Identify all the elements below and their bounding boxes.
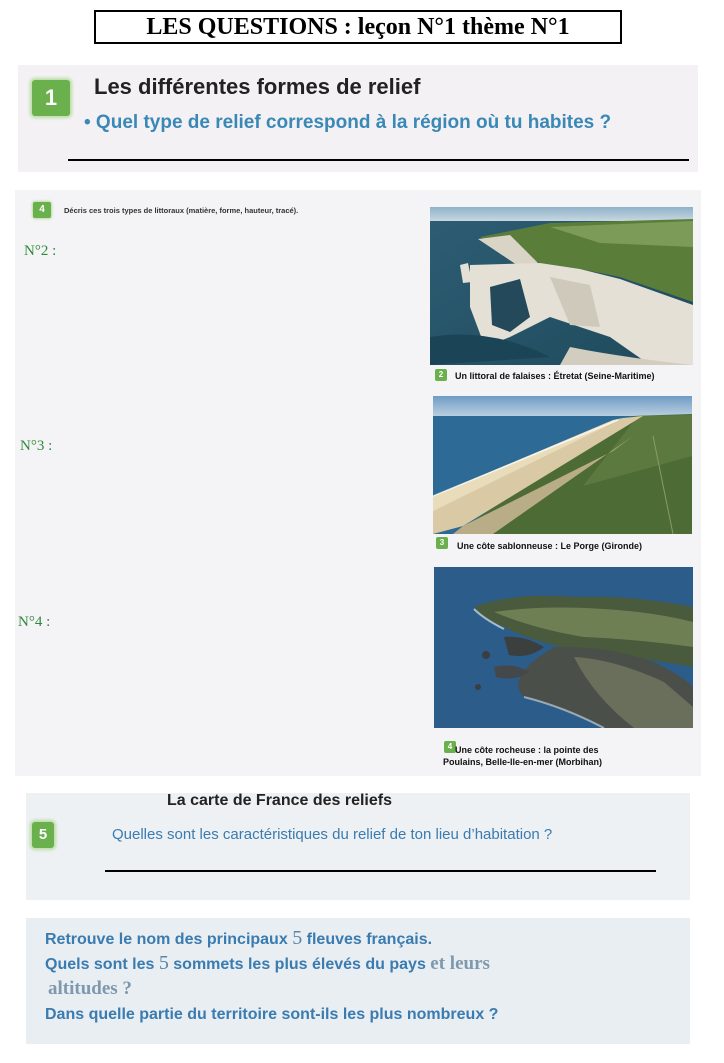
section-5-question: Quelles sont les caractéristiques du rel… [112,826,553,843]
question-rivers: Retrouve le nom des principaux 5 fleuves… [45,927,432,950]
question-altitudes: altitudes ? [48,978,132,1000]
photo-sandy-coast [433,396,692,534]
photo-2-badge: 2 [435,369,447,381]
question-summits-text-a: Quels sont les [45,956,155,973]
photo-etretat-cliffs [430,207,693,365]
answer-line-1[interactable] [68,159,689,161]
section-5-heading: La carte de France des reliefs [167,792,392,809]
section-1-badge: 1 [32,80,70,116]
question-territory-text-a: Dans quelle partie du territoire sont-il… [45,1006,339,1023]
page-title: LES QUESTIONS : leçon N°1 thème N°1 [94,10,622,44]
photo-rocky-coast [434,567,693,728]
section-1-heading: Les différentes formes de relief [94,74,421,99]
answer-label-n4: N°4 : [18,614,51,630]
answer-label-n2: N°2 : [24,243,57,259]
question-summits-text-c: et leurs [430,953,490,974]
photo-4-caption-line1: Une côte rocheuse : la pointe des [455,745,599,755]
section-1-question: • Quel type de relief correspond à la ré… [84,112,612,133]
photo-4-caption-line2: Poulains, Belle-Ile-en-mer (Morbihan) [443,757,603,767]
question-summits: Quels sont les 5 sommets les plus élevés… [45,952,490,975]
answer-label-n3: N°3 : [20,438,53,454]
section-5-badge: 5 [32,822,54,848]
question-rivers-number: 5 [292,927,303,949]
question-rivers-text-a: Retrouve le nom des principaux [45,931,288,948]
photo-3-badge: 3 [436,537,448,549]
question-territory: Dans quelle partie du territoire sont-il… [45,1006,498,1024]
photo-2-caption: Un littoral de falaises : Étretat (Seine… [455,371,655,381]
question-rivers-text-b: fleuves français. [306,931,433,948]
answer-line-5[interactable] [105,870,656,872]
question-territory-text-b: les plus nombreux ? [342,1006,499,1023]
photo-3-caption: Une côte sablonneuse : Le Porge (Gironde… [457,541,643,551]
section-4-badge: 4 [33,202,51,218]
question-summits-number: 5 [158,952,169,974]
section-4-instruction: Décris ces trois types de littoraux (mat… [64,206,299,215]
question-altitudes-text: altitudes ? [48,978,132,999]
question-summits-text-b: sommets les plus élevés du pays [173,956,426,973]
